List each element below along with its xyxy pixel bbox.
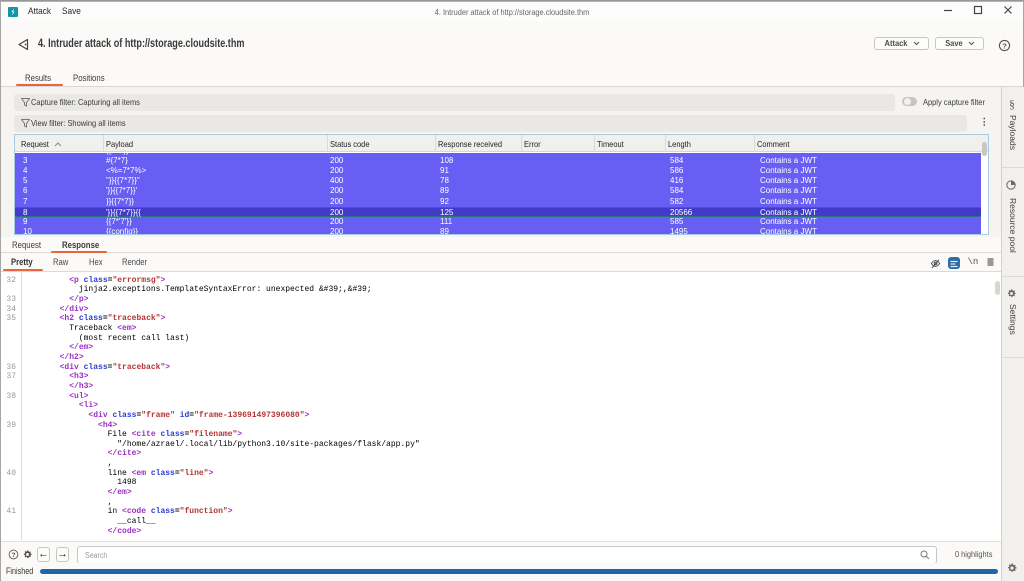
- svg-text:?: ?: [1002, 42, 1007, 51]
- svg-text:?: ?: [12, 552, 16, 559]
- svg-text:§: §: [1009, 97, 1015, 110]
